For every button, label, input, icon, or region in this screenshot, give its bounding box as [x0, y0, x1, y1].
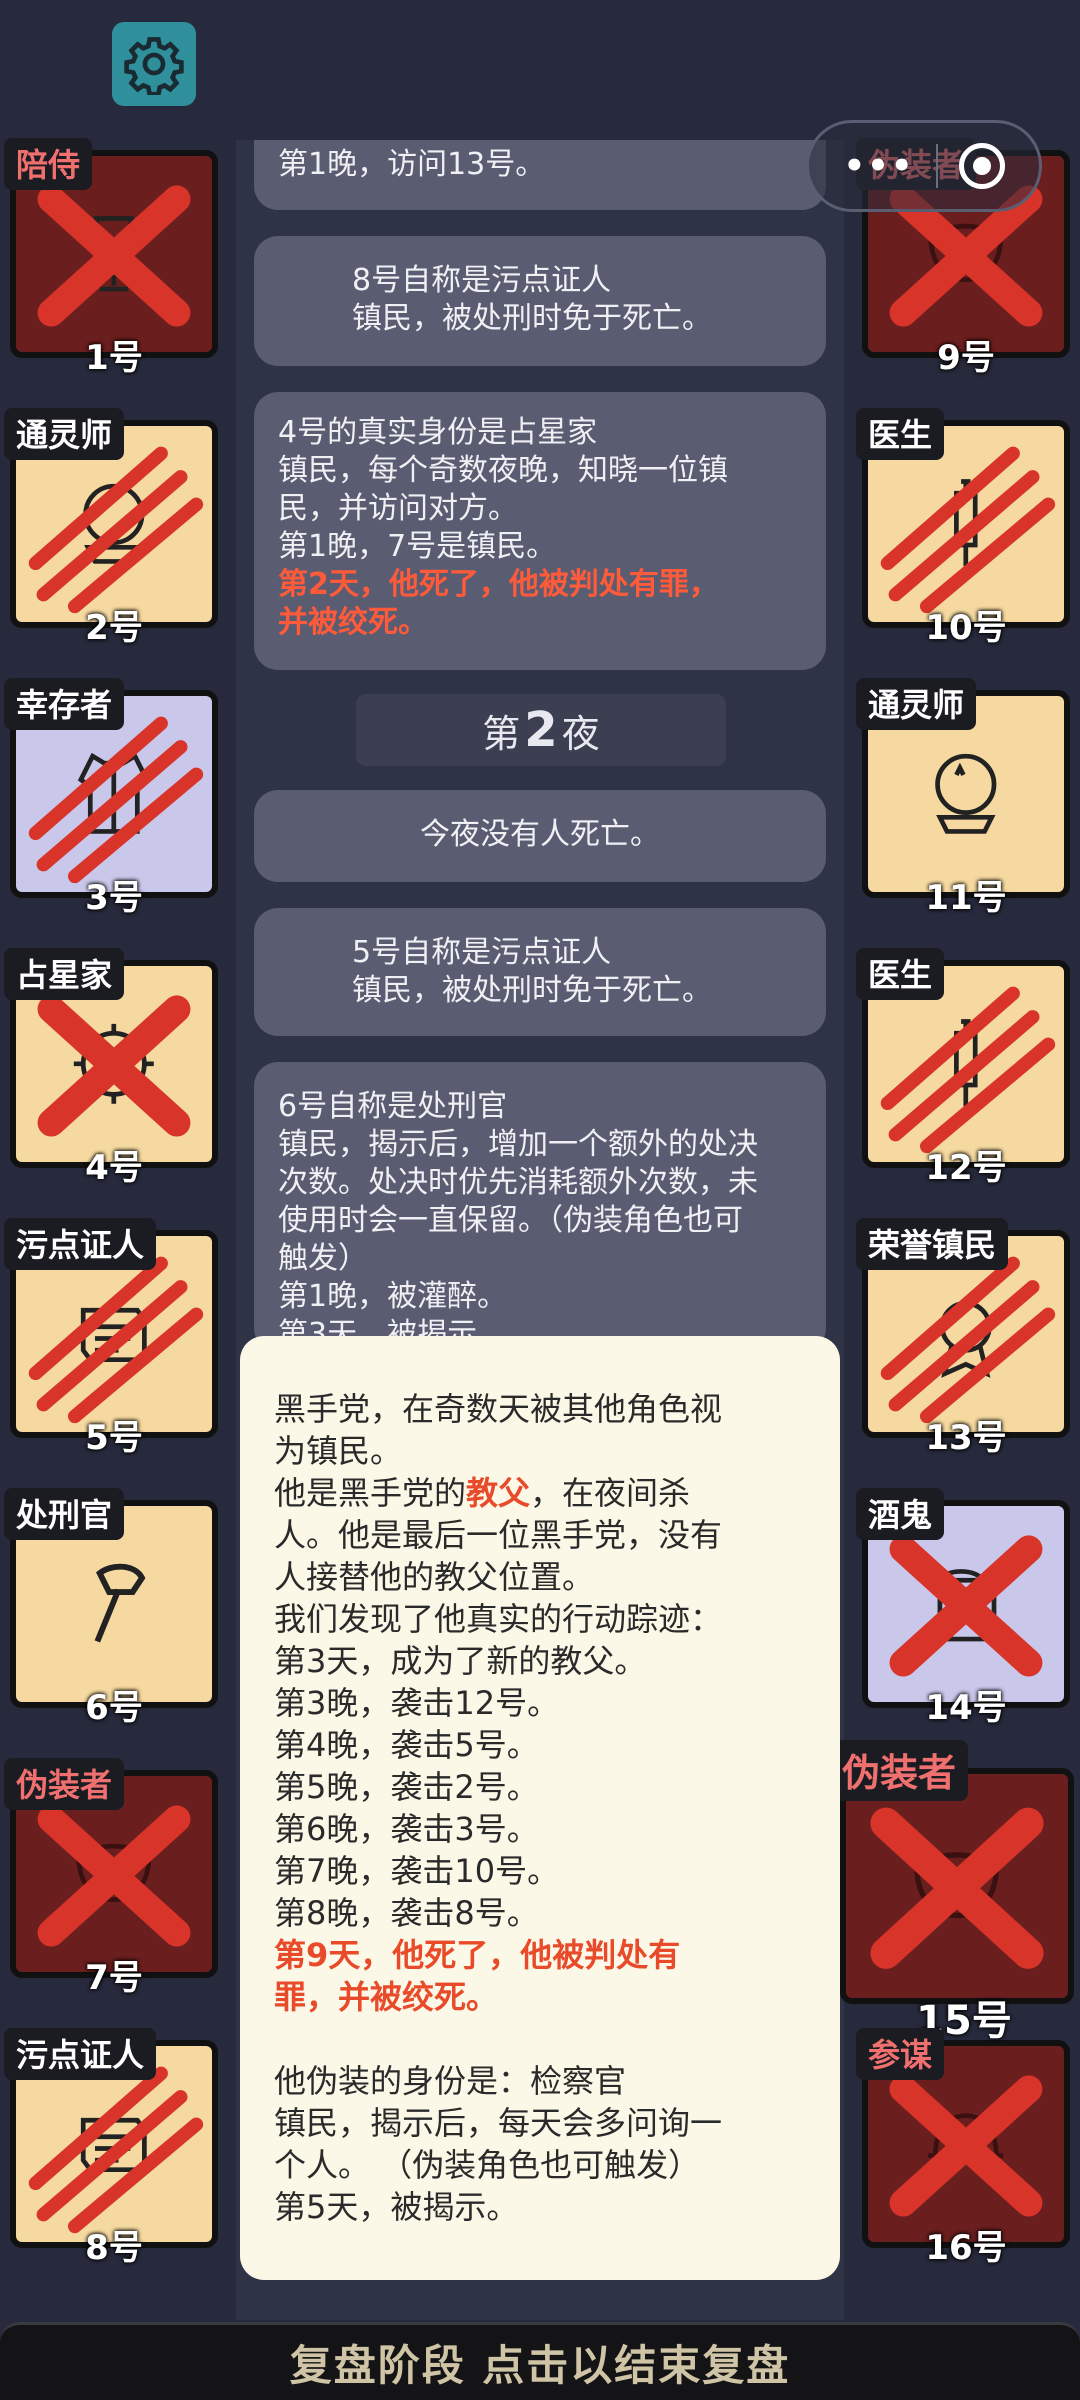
log-message: 8号自称是污点证人 镇民，被处刑时免于死亡。 [254, 236, 826, 366]
role-highlight: 教父 [466, 1474, 531, 1512]
seat-number: 12号 [925, 1148, 1007, 1188]
log-text: 今夜没有人死亡。 [420, 817, 660, 852]
seat-number: 6号 [85, 1688, 143, 1728]
role-detail-popup[interactable]: 黑手党，在奇数天被其他角色视 为镇民。 他是黑手党的教父，在夜间杀 人。他是最后… [240, 1336, 840, 2280]
log-text: 触发） [278, 1241, 368, 1276]
seat-number: 10号 [925, 608, 1007, 648]
role-tag: 污点证人 [4, 1218, 157, 1270]
popup-line: 人。他是最后一位黑手党，没有 [274, 1516, 723, 1554]
role-tag: 医生 [856, 408, 945, 460]
log-text: 第1晚，7号是镇民。 [278, 529, 557, 564]
log-text: 5号自称是污点证人 [352, 935, 612, 970]
log-text: 第1晚，访问13号。 [278, 147, 546, 182]
seat-number: 14号 [925, 1688, 1007, 1728]
popup-death-line: 第9天，他死了，他被判处有 [274, 1936, 681, 1974]
log-message: 4号的真实身份是占星家 镇民，每个奇数夜晚，知晓一位镇 民，并访问对方。 第1晚… [254, 392, 826, 670]
log-message: 5号自称是污点证人 镇民，被处刑时免于死亡。 [254, 908, 826, 1036]
night-divider: 第 2 夜 [356, 694, 726, 766]
role-tag: 占星家 [4, 948, 125, 1000]
log-text: 镇民，被处刑时免于死亡。 [352, 973, 712, 1008]
role-tag: 伪装者 [4, 1758, 125, 1810]
popup-spacer [274, 2018, 808, 2060]
log-text: 镇民，揭示后，增加一个额外的处决 [278, 1127, 758, 1162]
popup-line: 第6晚，袭击3号。 [274, 1810, 539, 1848]
log-text: 次数。处决时优先消耗额外次数，未 [278, 1165, 758, 1200]
log-death-text: 第2天，他死了，他被判处有罪， [278, 567, 719, 602]
seat-number: 3号 [85, 878, 143, 918]
seat-number: 5号 [85, 1418, 143, 1458]
popup-line: 黑手党，在奇数天被其他角色视 [274, 1390, 723, 1428]
role-tag: 污点证人 [4, 2028, 157, 2080]
seat-number: 7号 [85, 1958, 143, 1998]
more-menu-icon[interactable]: ••• [843, 146, 914, 186]
popup-line: 第7晚，袭击10号。 [274, 1852, 560, 1890]
popup-line: 人接替他的教父位置。 [274, 1558, 595, 1596]
role-tag: 通灵师 [856, 678, 977, 730]
log-text: 8号自称是污点证人 [352, 263, 612, 298]
gear-icon [124, 37, 184, 95]
axe-icon [94, 1564, 146, 1643]
log-text: 6号自称是处刑官 [278, 1089, 508, 1124]
popup-line: 我们发现了他真实的行动踪迹： [274, 1600, 723, 1638]
log-text: 镇民，被处刑时免于死亡。 [352, 301, 712, 336]
popup-line: 第5晚，袭击2号。 [274, 1768, 539, 1806]
role-tag: 通灵师 [4, 408, 125, 460]
player-card[interactable] [840, 1768, 1074, 2004]
target-icon[interactable] [958, 143, 1005, 189]
role-tag: 陪侍 [4, 138, 93, 190]
popup-line: 个人。 （伪装角色也可触发） [274, 2146, 701, 2184]
log-text: 4号的真实身份是占星家 [278, 415, 598, 450]
role-tag: 酒鬼 [856, 1488, 945, 1540]
night-label-suffix: 夜 [561, 711, 600, 756]
popup-line: 第5天，被揭示。 [274, 2188, 519, 2226]
dead-x-mark [870, 1807, 1044, 1969]
popup-line: 镇民，揭示后，每天会多问询一 [274, 2104, 723, 2142]
popup-line: 他是黑手党的教父，在夜间杀 [274, 1472, 808, 1514]
seat-number: 8号 [85, 2228, 143, 2268]
popup-line: 第4晚，袭击5号。 [274, 1726, 539, 1764]
log-text: 使用时会一直保留。（伪装角色也可 [278, 1203, 743, 1238]
popup-text: ，在夜间杀 [530, 1474, 691, 1512]
seat-number: 16号 [925, 2228, 1007, 2268]
crystal-ball-icon [935, 754, 997, 834]
mini-program-capsule[interactable]: ••• [806, 120, 1042, 212]
settings-button[interactable] [112, 22, 196, 106]
role-tag: 医生 [856, 948, 945, 1000]
night-label-prefix: 第 [482, 711, 521, 756]
end-review-button[interactable]: 复盘阶段 点击以结束复盘 [0, 2322, 1080, 2400]
log-message: 今夜没有人死亡。 [254, 790, 826, 882]
log-text: 镇民，每个奇数夜晚，知晓一位镇 [278, 453, 728, 488]
seat-number: 1号 [85, 338, 143, 378]
log-message: 第1晚，访问13号。 [254, 140, 826, 210]
seat-number: 4号 [85, 1148, 143, 1188]
popup-line: 第3晚，袭击12号。 [274, 1684, 560, 1722]
role-tag: 参谋 [856, 2028, 945, 2080]
role-tag: 荣誉镇民 [856, 1218, 1009, 1270]
end-review-label: 复盘阶段 点击以结束复盘 [289, 2341, 791, 2390]
popup-line: 他伪装的身份是：检察官 [274, 2062, 627, 2100]
log-message: 6号自称是处刑官 镇民，揭示后，增加一个额外的处决 次数。处决时优先消耗额外次数… [254, 1062, 826, 1352]
role-tag: 伪装者 [830, 1740, 969, 1801]
role-tag: 处刑官 [4, 1488, 125, 1540]
log-text: 第1晚，被灌醉。 [278, 1279, 508, 1314]
seat-number: 11号 [925, 878, 1007, 918]
seat-number: 9号 [937, 338, 995, 378]
popup-death-line: 罪，并被绞死。 [274, 1978, 499, 2016]
popup-text: 他是黑手党的 [274, 1474, 467, 1512]
role-tag: 幸存者 [4, 678, 125, 730]
popup-line: 第8晚，袭击8号。 [274, 1894, 539, 1932]
night-number: 2 [524, 702, 558, 758]
log-text: 民，并访问对方。 [278, 491, 518, 526]
popup-line: 第3天，成为了新的教父。 [274, 1642, 647, 1680]
seat-number: 2号 [85, 608, 143, 648]
popup-line: 为镇民。 [274, 1432, 403, 1470]
log-death-text: 并被绞死。 [278, 605, 428, 640]
capsule-divider [935, 144, 938, 188]
seat-number: 13号 [925, 1418, 1007, 1458]
